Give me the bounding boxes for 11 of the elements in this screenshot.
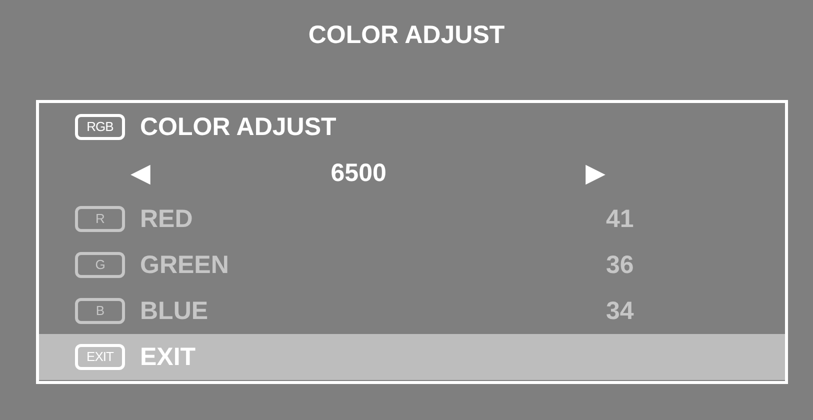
left-arrow[interactable]: ◀ [132, 158, 331, 188]
menu-item[interactable]: EXIT EXIT [39, 334, 785, 380]
badge-icon: RGB [75, 114, 125, 140]
value-text: 6500 [330, 158, 388, 188]
menu-item[interactable]: RGB COLOR ADJUST [39, 104, 785, 150]
badge-icon: G [75, 252, 125, 278]
badge-icon: EXIT [75, 344, 125, 370]
badge-icon: B [75, 298, 125, 324]
menu-title: COLOR ADJUST [307, 20, 506, 51]
badge-icon: R [75, 206, 125, 232]
right-arrow[interactable]: ▶ [586, 158, 785, 188]
